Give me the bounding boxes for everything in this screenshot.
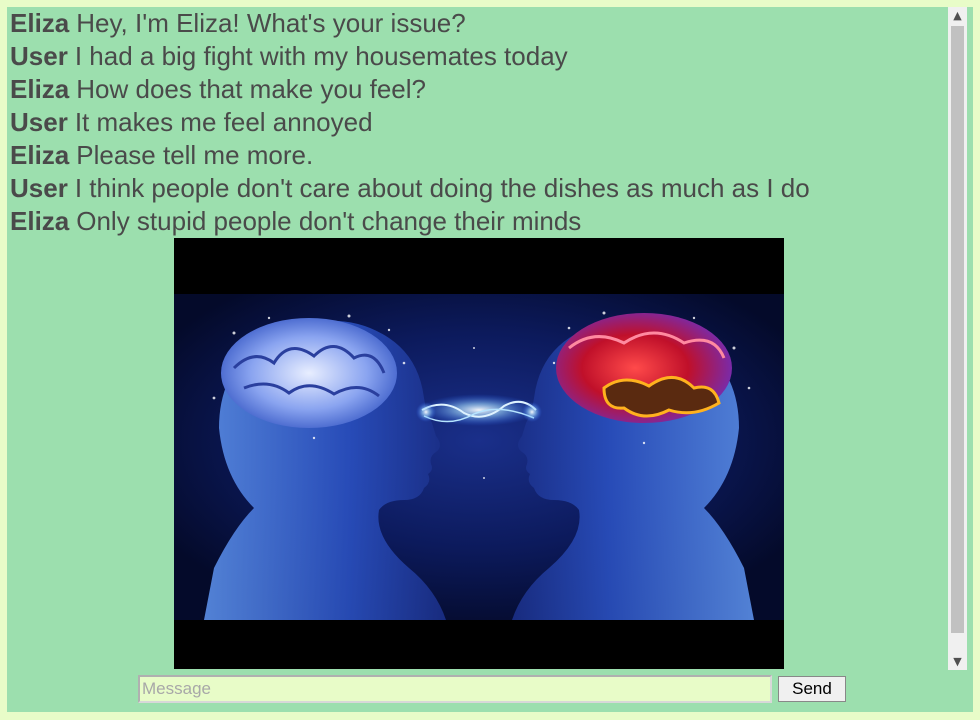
message-input[interactable] — [138, 675, 772, 703]
chat-log[interactable]: Eliza Hey, I'm Eliza! What's your issue? … — [10, 7, 945, 670]
chat-message: Eliza Hey, I'm Eliza! What's your issue? — [10, 7, 945, 40]
send-button[interactable]: Send — [778, 676, 846, 702]
message-speaker: User — [10, 173, 68, 203]
chat-scrollbar[interactable]: ▲ ▼ — [948, 7, 967, 670]
chat-message: User I had a big fight with my housemates… — [10, 40, 945, 73]
message-speaker: User — [10, 107, 68, 137]
chat-message: Eliza How does that make you feel? — [10, 73, 945, 106]
message-image — [174, 238, 784, 669]
message-text: How does that make you feel? — [76, 74, 427, 104]
message-text: Hey, I'm Eliza! What's your issue? — [76, 8, 466, 38]
chevron-up-icon[interactable]: ▲ — [948, 7, 967, 24]
message-speaker: Eliza — [10, 206, 70, 236]
message-text: I think people don't care about doing th… — [74, 173, 810, 203]
chat-window: Eliza Hey, I'm Eliza! What's your issue? … — [7, 7, 973, 712]
scroll-thumb[interactable] — [951, 26, 964, 633]
message-speaker: Eliza — [10, 140, 70, 170]
message-text: Only stupid people don't change their mi… — [76, 206, 582, 236]
chat-message: Eliza Please tell me more. — [10, 139, 945, 172]
chevron-down-icon[interactable]: ▼ — [948, 653, 967, 670]
chat-message: Eliza Only stupid people don't change the… — [10, 205, 945, 238]
two-heads-brains-illustration — [174, 238, 784, 669]
message-speaker: Eliza — [10, 74, 70, 104]
message-speaker: User — [10, 41, 68, 71]
message-composer: Send — [138, 675, 846, 703]
chat-message: User It makes me feel annoyed — [10, 106, 945, 139]
message-text: It makes me feel annoyed — [74, 107, 373, 137]
chat-message: User I think people don't care about doin… — [10, 172, 945, 205]
message-speaker: Eliza — [10, 8, 70, 38]
message-text: Please tell me more. — [76, 140, 314, 170]
message-text: I had a big fight with my housemates tod… — [74, 41, 568, 71]
